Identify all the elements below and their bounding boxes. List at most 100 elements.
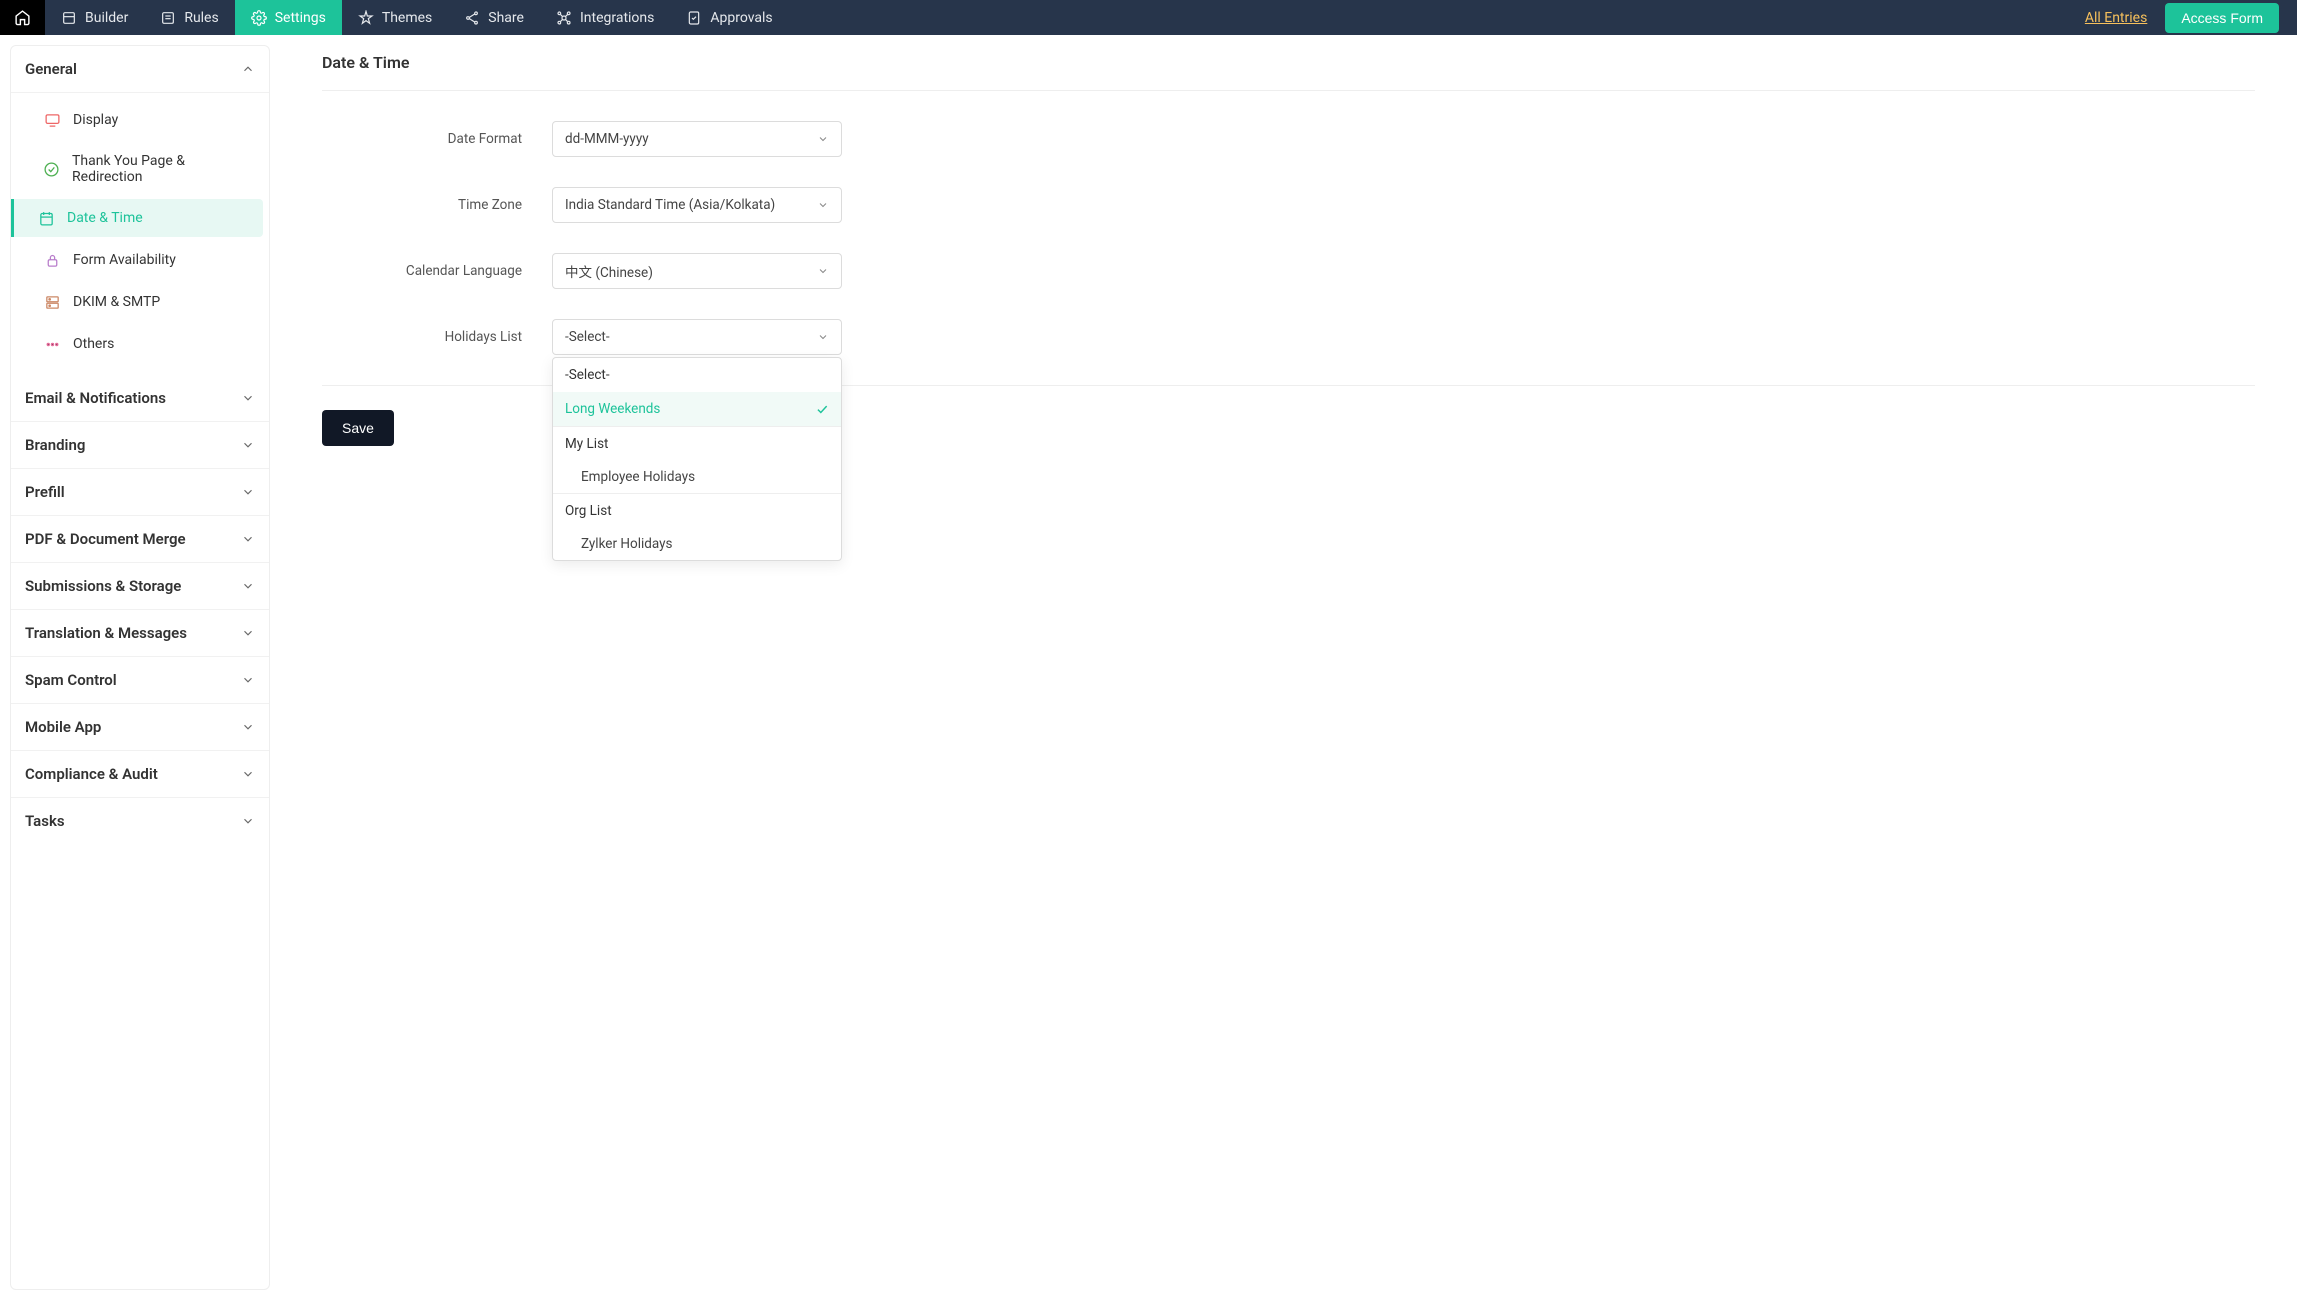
sidebar-section-label: Tasks <box>25 812 65 830</box>
sidebar-item-label: Others <box>73 336 114 352</box>
nav-tab-share[interactable]: Share <box>448 0 540 35</box>
sidebar-section-tasks[interactable]: Tasks <box>11 798 269 844</box>
chevron-down-icon <box>817 133 829 145</box>
date-format-value: dd-MMM-yyyy <box>565 131 649 147</box>
time-zone-select[interactable]: India Standard Time (Asia/Kolkata) <box>552 187 842 223</box>
sidebar-section-compliance-audit[interactable]: Compliance & Audit <box>11 751 269 798</box>
sidebar-item-date-time[interactable]: Date & Time <box>11 199 263 237</box>
dropdown-option[interactable]: -Select- <box>553 358 841 392</box>
page-title: Date & Time <box>322 53 2255 91</box>
holidays-list-label: Holidays List <box>322 329 552 345</box>
nav-tab-label: Builder <box>85 10 128 26</box>
sidebar-section-branding[interactable]: Branding <box>11 422 269 469</box>
chevron-up-icon <box>241 62 255 76</box>
sidebar-section-email-notifications[interactable]: Email & Notifications <box>11 375 269 422</box>
share-icon <box>464 10 480 26</box>
nav-tab-approvals[interactable]: Approvals <box>670 0 788 35</box>
sidebar-section-label: Submissions & Storage <box>25 577 181 595</box>
sidebar-section-label: Compliance & Audit <box>25 765 158 783</box>
dropdown-option-label: -Select- <box>565 367 610 383</box>
date-format-select[interactable]: dd-MMM-yyyy <box>552 121 842 157</box>
calendar-icon <box>37 209 55 227</box>
holidays-list-select[interactable]: -Select- <box>552 319 842 355</box>
home-button[interactable] <box>0 0 45 35</box>
nav-tab-label: Settings <box>275 10 326 26</box>
chevron-down-icon <box>241 626 255 640</box>
sidebar-item-display[interactable]: Display <box>17 101 263 139</box>
dropdown-group-label: My List <box>553 426 841 461</box>
holidays-list-dropdown: -Select- Long Weekends My ListEmployee Hol… <box>552 357 842 561</box>
time-zone-label: Time Zone <box>322 197 552 213</box>
holidays-list-value: -Select- <box>565 329 610 345</box>
approvals-icon <box>686 10 702 26</box>
sidebar-section-spam-control[interactable]: Spam Control <box>11 657 269 704</box>
sidebar-section-label: Spam Control <box>25 671 117 689</box>
integrations-icon <box>556 10 572 26</box>
sidebar-section-label: PDF & Document Merge <box>25 530 186 548</box>
sidebar-section-label: Mobile App <box>25 718 101 736</box>
server-icon <box>43 293 61 311</box>
sidebar-section-prefill[interactable]: Prefill <box>11 469 269 516</box>
chevron-down-icon <box>241 579 255 593</box>
calendar-language-label: Calendar Language <box>322 263 552 279</box>
nav-tab-rules[interactable]: Rules <box>144 0 234 35</box>
nav-tab-label: Share <box>488 10 524 26</box>
chevron-down-icon <box>241 485 255 499</box>
calendar-language-select[interactable]: 中文 (Chinese) <box>552 253 842 289</box>
chevron-down-icon <box>241 673 255 687</box>
sidebar-item-thank-you-page-redirection[interactable]: Thank You Page & Redirection <box>17 143 263 195</box>
sidebar-section-pdf-document-merge[interactable]: PDF & Document Merge <box>11 516 269 563</box>
sidebar-section-label: Translation & Messages <box>25 624 187 642</box>
calendar-language-value: 中文 (Chinese) <box>565 261 653 281</box>
chevron-down-icon <box>241 438 255 452</box>
settings-icon <box>251 10 267 26</box>
nav-tab-label: Themes <box>382 10 432 26</box>
sidebar-item-label: Form Availability <box>73 252 176 268</box>
chevron-down-icon <box>817 265 829 277</box>
sidebar-section-label: General <box>25 60 77 78</box>
chevron-down-icon <box>241 814 255 828</box>
chevron-down-icon <box>241 767 255 781</box>
sidebar-item-form-availability[interactable]: Form Availability <box>17 241 263 279</box>
sidebar-section-general[interactable]: General <box>11 46 269 93</box>
dropdown-option[interactable]: Zylker Holidays <box>553 528 841 560</box>
lock-icon <box>43 251 61 269</box>
chevron-down-icon <box>817 199 829 211</box>
sidebar-item-label: DKIM & SMTP <box>73 294 160 310</box>
chevron-down-icon <box>817 331 829 343</box>
all-entries-link[interactable]: All Entries <box>2085 10 2147 26</box>
sidebar-item-label: Display <box>73 112 118 128</box>
display-icon <box>43 111 61 129</box>
settings-sidebar: General Display Thank You Page & Redirecti… <box>10 45 270 1290</box>
dropdown-option[interactable]: Employee Holidays <box>553 461 841 493</box>
nav-tab-label: Rules <box>184 10 218 26</box>
sidebar-section-mobile-app[interactable]: Mobile App <box>11 704 269 751</box>
dropdown-option[interactable]: Long Weekends <box>553 392 841 426</box>
sidebar-section-submissions-storage[interactable]: Submissions & Storage <box>11 563 269 610</box>
check-circle-icon <box>43 160 60 178</box>
dropdown-option-label: Long Weekends <box>565 401 660 417</box>
chevron-down-icon <box>241 720 255 734</box>
chevron-down-icon <box>241 391 255 405</box>
nav-tab-label: Approvals <box>710 10 772 26</box>
nav-tab-themes[interactable]: Themes <box>342 0 448 35</box>
nav-tab-integrations[interactable]: Integrations <box>540 0 670 35</box>
nav-tab-settings[interactable]: Settings <box>235 0 342 35</box>
sidebar-section-translation-messages[interactable]: Translation & Messages <box>11 610 269 657</box>
sidebar-item-dkim-smtp[interactable]: DKIM & SMTP <box>17 283 263 321</box>
save-button[interactable]: Save <box>322 410 394 446</box>
themes-icon <box>358 10 374 26</box>
rules-icon <box>160 10 176 26</box>
time-zone-value: India Standard Time (Asia/Kolkata) <box>565 197 775 213</box>
top-nav: Builder Rules Settings Themes Share Integrati… <box>0 0 2297 35</box>
nav-tab-builder[interactable]: Builder <box>45 0 144 35</box>
sidebar-item-label: Thank You Page & Redirection <box>72 153 249 185</box>
dots-icon <box>43 335 61 353</box>
sidebar-item-others[interactable]: Others <box>17 325 263 363</box>
dropdown-group-label: Org List <box>553 493 841 528</box>
sidebar-item-label: Date & Time <box>67 210 143 226</box>
access-form-button[interactable]: Access Form <box>2165 3 2279 33</box>
sidebar-section-label: Branding <box>25 436 85 454</box>
sidebar-section-label: Prefill <box>25 483 65 501</box>
date-format-label: Date Format <box>322 131 552 147</box>
